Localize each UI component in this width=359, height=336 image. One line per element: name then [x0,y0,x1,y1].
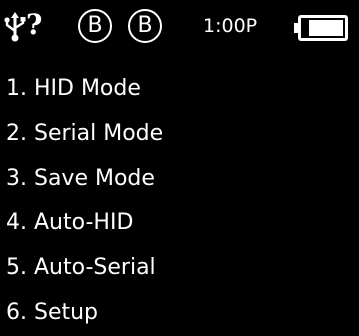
status-bar: ? B B 1:00P [0,0,359,56]
battery-body [298,15,348,41]
b-badge-2: B [128,9,162,43]
menu-item-save-mode[interactable]: 3. Save Mode [0,157,359,202]
clock: 1:00P [203,15,258,37]
menu-item-auto-serial[interactable]: 5. Auto-Serial [0,246,359,291]
battery-icon [294,15,350,41]
device-screen: ? B B 1:00P 1. HID Mode 2. Serial Mode 3… [0,0,359,336]
menu-item-serial-mode[interactable]: 2. Serial Mode [0,112,359,157]
menu-item-setup[interactable]: 6. Setup [0,291,359,336]
menu-item-hid-mode[interactable]: 1. HID Mode [0,67,359,112]
menu-item-auto-hid[interactable]: 4. Auto-HID [0,201,359,246]
b-badge-1: B [78,9,112,43]
main-menu: 1. HID Mode 2. Serial Mode 3. Save Mode … [0,67,359,336]
battery-level-fill [309,20,343,36]
usb-status-unknown: ? [26,8,43,41]
usb-icon [4,12,26,42]
